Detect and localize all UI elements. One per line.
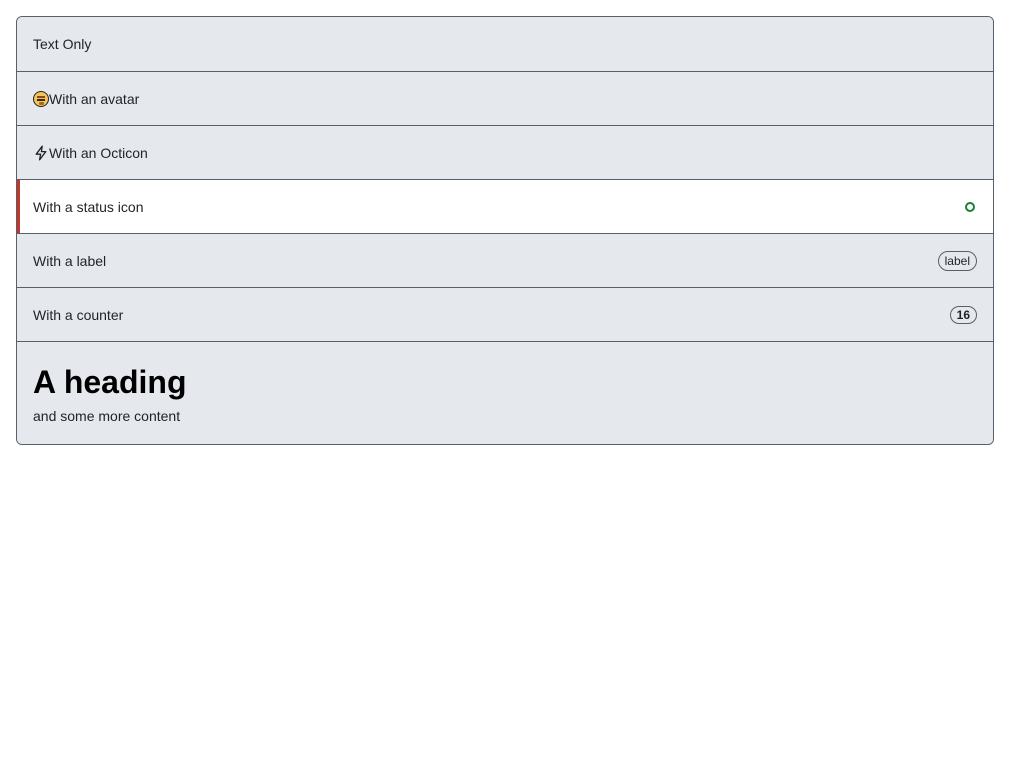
status-dot-icon [965,201,975,212]
label-badge: label [937,250,977,271]
item-heading: A heading [33,364,187,400]
list-item-heading: A heading and some more content [17,341,993,444]
item-heading-body: and some more content [33,408,181,424]
list-item-label: Text Only [33,36,92,52]
list-item-label: With an avatar [49,90,140,107]
list-item-label: With a status icon [33,198,144,215]
list-item-label: With a label [33,252,107,269]
avatar-icon [33,90,49,107]
avatar [33,90,49,107]
list-item-text-only[interactable]: Text Only [17,17,993,71]
list-item-with-counter[interactable]: With a counter 16 [17,287,993,341]
counter-badge: 16 [949,305,977,324]
zap-icon [33,145,49,161]
list-item-with-avatar[interactable]: With an avatar [17,71,993,125]
action-list: Text Only With an avatar With an Octicon… [16,16,994,445]
list-item-label: With an Octicon [49,144,148,161]
list-item-label: With a counter [33,306,124,323]
list-item-with-status-icon[interactable]: With a status icon [17,179,993,233]
list-item-with-octicon[interactable]: With an Octicon [17,125,993,179]
list-item-with-label[interactable]: With a label label [17,233,993,287]
